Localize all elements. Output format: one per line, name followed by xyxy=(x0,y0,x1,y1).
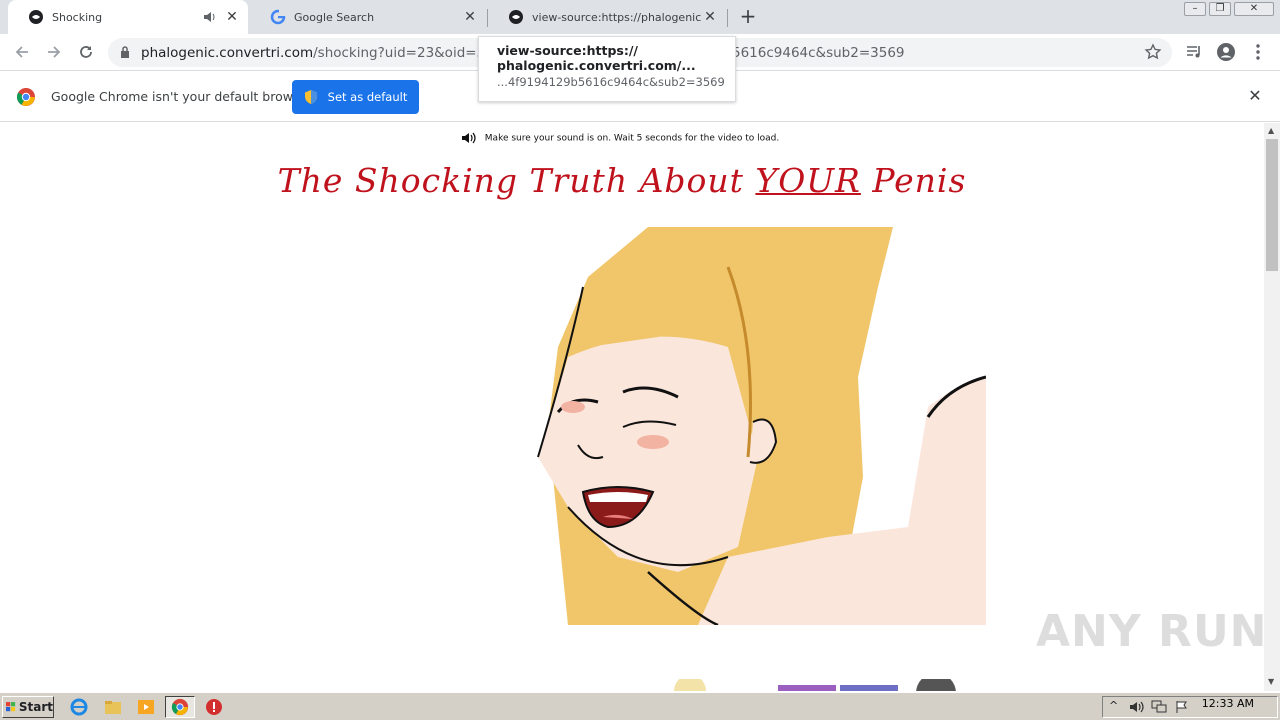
windows-logo-icon xyxy=(6,702,16,712)
reload-icon xyxy=(80,46,92,58)
back-button[interactable] xyxy=(10,40,34,64)
chrome-logo-icon xyxy=(16,88,35,106)
chrome-logo-icon xyxy=(171,698,189,716)
trust-badges xyxy=(674,679,956,691)
tab-hover-tooltip: view-source:https:// phalogenic.convertr… xyxy=(478,36,736,102)
internet-explorer-icon[interactable] xyxy=(70,698,88,716)
bookmark-star-icon[interactable] xyxy=(1144,43,1162,61)
volume-icon[interactable] xyxy=(1129,700,1145,714)
tooltip-line-3: ...4f9194129b5616c9464c&sub2=3569 xyxy=(497,75,725,89)
url-tail: 5616c9464c&sub2=3569 xyxy=(732,45,905,61)
video-thumbnail-illustration[interactable] xyxy=(528,227,986,625)
taskbar-clock: 12:33 AM xyxy=(1201,697,1254,710)
tab-title: Shocking xyxy=(52,10,103,24)
reload-button[interactable] xyxy=(74,40,98,64)
close-icon[interactable]: ✕ xyxy=(224,9,240,25)
infobar-close-button[interactable]: ✕ xyxy=(1246,87,1264,105)
scrollbar-thumb[interactable] xyxy=(1266,139,1278,271)
page-headline: The Shocking Truth About YOUR Penis xyxy=(0,161,1244,200)
tab-shocking[interactable]: Shocking ✕ xyxy=(8,0,248,34)
close-icon[interactable]: ✕ xyxy=(462,9,478,25)
globe-icon xyxy=(29,10,43,24)
lock-icon xyxy=(121,46,129,58)
media-control-icon[interactable] xyxy=(1184,42,1204,62)
forward-button[interactable] xyxy=(42,40,66,64)
arrow-left-icon xyxy=(15,46,28,58)
tab-view-source[interactable]: view-source:https://phalogenic.conv ✕ xyxy=(488,0,726,34)
infobar-message: Google Chrome isn't your default browser xyxy=(51,89,313,104)
google-icon xyxy=(270,9,286,25)
tooltip-line-1: view-source:https:// xyxy=(497,43,638,58)
arrow-right-icon xyxy=(48,46,61,58)
tab-title: Google Search xyxy=(294,10,375,24)
tab-separator xyxy=(727,9,728,27)
scroll-up-icon[interactable]: ▲ xyxy=(1268,127,1276,135)
tab-strip: Shocking ✕ Google Search ✕ view-source:h… xyxy=(0,0,1280,34)
windows-taskbar: Start ^ 12:33 AM xyxy=(0,692,1280,720)
tray-expand-icon[interactable]: ^ xyxy=(1109,699,1118,712)
tab-google-search[interactable]: Google Search ✕ xyxy=(250,0,486,34)
sound-notice-text: Make sure your sound is on. Wait 5 secon… xyxy=(484,133,780,144)
globe-icon xyxy=(509,10,523,24)
speaker-icon[interactable] xyxy=(202,9,218,25)
restore-button[interactable]: ❐ xyxy=(1209,2,1231,16)
url-host: phalogenic.convertri.com xyxy=(141,45,314,61)
set-as-default-label: Set as default xyxy=(327,90,408,104)
tooltip-line-2: phalogenic.convertri.com/... xyxy=(497,58,696,73)
url-text: phalogenic.convertri.com/shocking?uid=23… xyxy=(141,45,517,61)
folder-icon[interactable] xyxy=(104,698,122,716)
menu-kebab-icon[interactable] xyxy=(1248,42,1268,62)
sound-notice: Make sure your sound is on. Wait 5 secon… xyxy=(0,132,1240,144)
network-icon[interactable] xyxy=(1151,700,1167,714)
chrome-taskbar-button[interactable] xyxy=(165,696,195,718)
close-icon[interactable]: ✕ xyxy=(702,9,718,25)
watermark: ANY RUN xyxy=(1036,606,1268,657)
flag-icon[interactable] xyxy=(1175,700,1189,714)
start-button[interactable]: Start xyxy=(2,696,54,718)
tab-title: view-source:https://phalogenic.conv xyxy=(532,10,702,24)
start-label: Start xyxy=(18,700,53,714)
headline-post: Penis xyxy=(860,161,967,200)
speaker-icon xyxy=(461,132,476,144)
media-player-icon[interactable] xyxy=(137,698,155,716)
new-tab-button[interactable]: + xyxy=(736,5,760,29)
headline-emphasis: YOUR xyxy=(755,161,861,200)
headline-pre: The Shocking Truth About xyxy=(277,161,756,200)
scroll-down-icon[interactable]: ▼ xyxy=(1268,678,1276,686)
profile-avatar-icon[interactable] xyxy=(1216,42,1236,62)
shield-icon xyxy=(304,90,317,104)
set-as-default-button[interactable]: Set as default xyxy=(292,80,419,114)
close-window-button[interactable]: ✕ xyxy=(1234,2,1274,16)
minimize-button[interactable]: – xyxy=(1184,2,1206,16)
stop-icon[interactable] xyxy=(205,698,223,716)
